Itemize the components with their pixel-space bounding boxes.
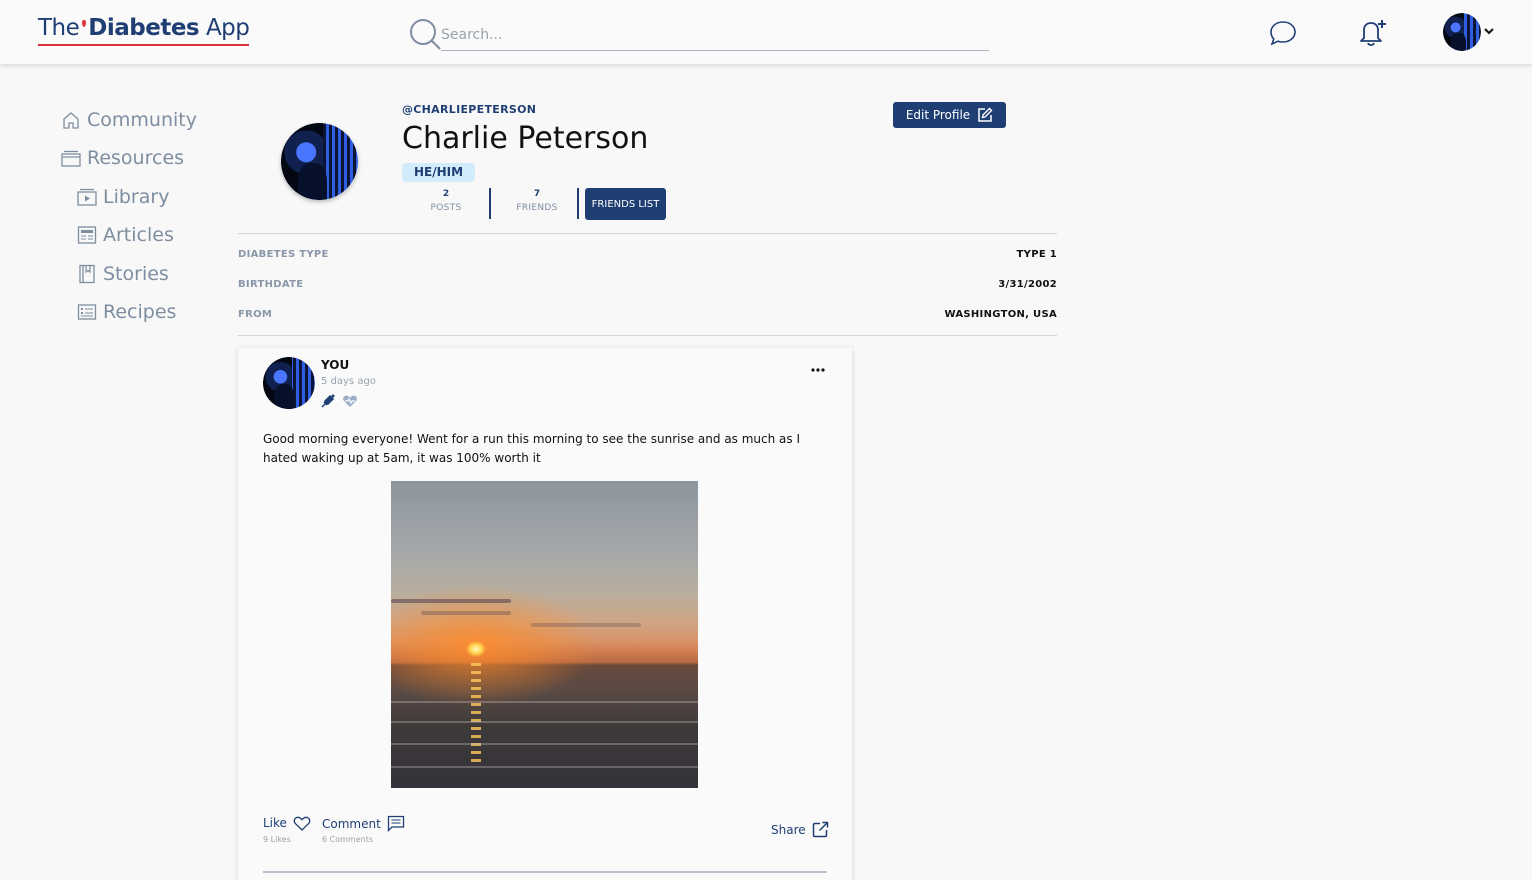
insulin-pen-icon [321, 394, 335, 408]
comment-icon [387, 815, 404, 832]
like-button[interactable]: Like [263, 815, 311, 831]
edit-profile-button[interactable]: Edit Profile [893, 102, 1006, 128]
sidebar-label-stories: Stories [103, 263, 169, 285]
external-link-icon [812, 821, 828, 838]
blood-drop-icon [82, 20, 87, 27]
video-icon [77, 188, 97, 206]
comments-count: 6 Comments [322, 835, 373, 844]
diabetes-type-label: DIABETES TYPE [238, 249, 329, 260]
sidebar-item-library[interactable]: Library [77, 186, 169, 208]
top-bar: The Diabetes App [0, 0, 1532, 64]
sunrise-photo[interactable] [391, 481, 698, 788]
sidebar-item-resources[interactable]: Resources [61, 147, 184, 169]
location-label: FROM [238, 309, 273, 320]
posts-count: 2 [442, 189, 450, 199]
divider [238, 233, 1057, 234]
divider [238, 335, 1057, 336]
newspaper-icon [77, 226, 97, 244]
sidebar-label-library: Library [103, 186, 170, 208]
comment-button[interactable]: Comment [322, 815, 405, 832]
more-options-icon[interactable] [810, 367, 826, 373]
friends-label: FRIENDS [516, 203, 558, 213]
posts-stat[interactable]: 2 POSTS [406, 189, 486, 213]
post-text: Good morning everyone! Went for a run th… [263, 432, 801, 465]
sidebar-label-articles: Articles [103, 224, 174, 246]
sidebar-label-recipes: Recipes [103, 301, 177, 323]
friends-stat[interactable]: 7 FRIENDS [497, 189, 577, 213]
post-author[interactable]: YOU [321, 358, 349, 372]
posts-label: POSTS [430, 203, 462, 213]
book-icon [79, 264, 95, 284]
post-card: YOU 5 days ago Good morning everyone! We… [238, 348, 852, 880]
friends-list-button[interactable]: FRIENDS LIST [585, 188, 666, 220]
stat-divider [577, 188, 579, 219]
chat-icon[interactable] [1269, 20, 1297, 46]
heart-icon [293, 816, 311, 831]
profile-handle: @CHARLIEPETERSON [402, 103, 537, 116]
post-author-avatar[interactable] [263, 357, 315, 409]
search-icon[interactable] [408, 17, 442, 51]
recipe-card-icon [77, 304, 97, 320]
profile-avatar[interactable] [281, 123, 358, 200]
logo-the: The [38, 15, 80, 41]
sidebar-label-resources: Resources [87, 147, 185, 169]
user-avatar[interactable] [1443, 13, 1481, 51]
folder-icon [61, 150, 81, 167]
edit-profile-label: Edit Profile [905, 108, 971, 122]
diabetes-type-value: TYPE 1 [1016, 249, 1057, 260]
search-input[interactable] [441, 20, 989, 51]
chevron-down-icon[interactable] [1483, 24, 1495, 38]
comment-label: Comment [322, 816, 381, 831]
stat-divider [489, 188, 491, 219]
friends-count: 7 [533, 189, 541, 199]
sidebar-item-articles[interactable]: Articles [77, 224, 174, 246]
location-value: WASHINGTON, USA [944, 309, 1057, 320]
birthdate-label: BIRTHDATE [238, 279, 304, 290]
logo-app: App [205, 15, 250, 41]
edit-icon [978, 107, 993, 122]
profile-name: Charlie Peterson [402, 121, 649, 156]
sidebar-item-recipes[interactable]: Recipes [77, 301, 176, 323]
home-icon [63, 112, 79, 129]
sidebar-item-community[interactable]: Community [61, 109, 197, 131]
post-divider [263, 871, 827, 873]
like-label: Like [263, 816, 287, 830]
sidebar-label-community: Community [87, 109, 197, 131]
likes-count: 9 Likes [263, 835, 291, 844]
birthdate-value: 3/31/2002 [998, 279, 1057, 290]
app-logo[interactable]: The Diabetes App [38, 14, 250, 46]
post-timestamp: 5 days ago [321, 376, 376, 387]
pronoun-badge: HE/HIM [402, 163, 475, 182]
share-label: Share [771, 822, 806, 837]
sidebar-item-stories[interactable]: Stories [77, 263, 169, 285]
post-badges [320, 393, 358, 409]
share-button[interactable]: Share [771, 821, 829, 838]
heart-pulse-icon [343, 395, 357, 407]
logo-diabetes: Diabetes [88, 15, 200, 41]
notification-bell-icon[interactable] [1358, 17, 1388, 47]
